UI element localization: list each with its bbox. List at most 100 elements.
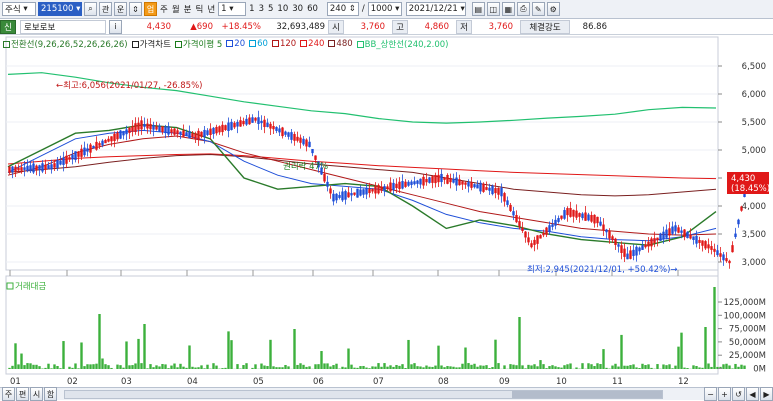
candle-body <box>443 178 445 180</box>
compare-icon[interactable]: ◫ <box>487 2 500 16</box>
scrollbar-thumb[interactable] <box>512 391 662 398</box>
chart-icon[interactable]: ▤ <box>472 2 485 16</box>
volume-bar <box>467 363 469 369</box>
tab-day[interactable]: 주 <box>2 387 15 401</box>
period-week[interactable]: 월 <box>171 3 181 15</box>
x-tick-label: 04 <box>187 377 198 387</box>
volume-bar <box>263 366 265 369</box>
candle-body <box>254 118 256 121</box>
legend-item-price[interactable]: 가격차트 <box>132 38 171 50</box>
period-year[interactable]: 년 <box>206 3 216 15</box>
volume-bar <box>173 364 175 369</box>
zoom-in-icon[interactable]: + <box>718 387 731 401</box>
candle-body <box>719 253 721 257</box>
legend-item-ma480[interactable]: 480 <box>328 39 352 49</box>
volume-bar <box>446 366 448 369</box>
volume-bar <box>521 365 523 369</box>
volume-bar <box>728 365 730 369</box>
stock-code-value: 215100 <box>41 4 73 14</box>
date-picker[interactable]: 2021/12/21 ▾ <box>406 2 466 16</box>
interval-30[interactable]: 30 <box>291 4 304 14</box>
volume-bar <box>95 364 97 369</box>
candle-body <box>560 216 562 219</box>
count-input[interactable]: 240 ⇕ <box>327 2 359 16</box>
print-icon[interactable]: ⎙ <box>517 2 530 16</box>
price-chart[interactable]: 6,5006,0005,5005,0004,5004,0003,5003,000… <box>0 35 773 387</box>
period-tick[interactable]: 틱 <box>194 3 204 15</box>
interval-3[interactable]: 3 <box>258 4 265 14</box>
legend-item-ma5[interactable]: 가격이평 5 <box>175 38 222 50</box>
volume-bar <box>560 368 562 369</box>
chevron-up-down-icon[interactable]: ⇕ <box>129 2 142 16</box>
candle-body <box>479 183 481 192</box>
volume-bar <box>26 363 28 369</box>
legend-item-ma240[interactable]: 240 <box>300 39 324 49</box>
total-input[interactable]: 1000 ▾ <box>368 2 402 16</box>
candle-body <box>179 132 181 134</box>
legend-item-ma60[interactable]: 60 <box>249 39 268 49</box>
legend-item-conversion[interactable]: 전환선(9,26,26,52,26,26,26) <box>3 38 128 50</box>
high-label: 고 <box>392 20 408 34</box>
horizontal-scrollbar[interactable] <box>64 390 663 399</box>
tab-edit[interactable]: 편 <box>16 387 29 401</box>
volume-bar <box>674 366 676 369</box>
candle-body <box>602 225 604 231</box>
scroll-right-icon[interactable]: ▶ <box>760 387 773 401</box>
info-button[interactable]: i <box>109 20 122 34</box>
volume-bar <box>275 367 277 369</box>
legend-item-bb[interactable]: BB_상한선(240,2.00) <box>357 38 449 50</box>
volume-bar <box>662 364 664 369</box>
stock-code-input[interactable]: 215100 ▾ <box>38 2 82 16</box>
volume-bar <box>503 365 505 369</box>
legend-item-ma120[interactable]: 120 <box>272 39 296 49</box>
candle-body <box>665 230 667 238</box>
volume-bar <box>596 363 598 369</box>
volume-bar <box>185 368 187 369</box>
interval-select[interactable]: 1 ▾ <box>218 2 246 16</box>
candle-body <box>623 249 625 257</box>
interval-10[interactable]: 10 <box>276 4 289 14</box>
strength-label: 체결강도 <box>520 20 570 34</box>
orange-button[interactable]: 업 <box>144 2 157 16</box>
bottom-tab-strip: 주 편 시 함 − + ↺ ◀ ▶ <box>0 387 773 400</box>
candle-body <box>173 129 175 135</box>
settings-icon[interactable]: ⚙ <box>547 2 560 16</box>
search-icon[interactable]: ⌕ <box>84 2 97 16</box>
candle-body <box>287 132 289 136</box>
candle-body <box>236 122 238 127</box>
period-minute[interactable]: 분 <box>183 3 193 15</box>
candle-body <box>743 194 745 198</box>
candle-body <box>344 191 346 200</box>
volume-bar <box>356 368 358 369</box>
legend-label-ma240: 240 <box>308 39 324 49</box>
reset-icon[interactable]: ↺ <box>732 387 745 401</box>
tools-icon[interactable]: ✎ <box>532 2 545 16</box>
grid-icon[interactable]: ▦ <box>502 2 515 16</box>
tab-func[interactable]: 함 <box>44 387 57 401</box>
tab-time[interactable]: 시 <box>30 387 43 401</box>
volume-bar <box>425 366 427 369</box>
market-select[interactable]: 주식 ▾ <box>2 2 36 16</box>
candle-body <box>371 189 373 191</box>
candle-body <box>536 235 538 244</box>
scroll-left-icon[interactable]: ◀ <box>746 387 759 401</box>
volume-bar <box>203 368 205 369</box>
candle-body <box>362 189 364 194</box>
candle-body <box>590 215 592 222</box>
price-tick-label: 5,000 <box>742 146 766 156</box>
volume-bar <box>623 366 625 369</box>
interval-select-value: 1 <box>221 4 226 14</box>
candle-body <box>122 131 124 135</box>
interval-1[interactable]: 1 <box>248 4 255 14</box>
legend-item-ma20[interactable]: 20 <box>226 39 245 49</box>
운-button[interactable]: 운 <box>114 2 127 16</box>
volume-bar <box>704 327 706 369</box>
candle-body <box>581 214 583 219</box>
period-day[interactable]: 주 <box>159 3 169 15</box>
zoom-out-icon[interactable]: − <box>704 387 717 401</box>
interval-60[interactable]: 60 <box>306 4 319 14</box>
관-button[interactable]: 관 <box>99 2 112 16</box>
candle-body <box>542 233 544 235</box>
interval-5[interactable]: 5 <box>267 4 274 14</box>
legend-label-bb: BB_상한선(240,2.00) <box>365 40 449 50</box>
